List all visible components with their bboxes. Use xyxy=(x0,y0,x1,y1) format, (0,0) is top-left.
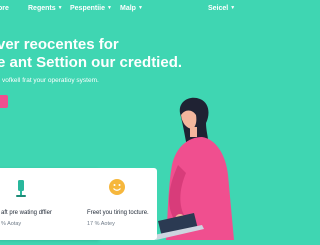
nav-item-label: Regents xyxy=(28,5,56,12)
chevron-down-icon: ▼ xyxy=(137,5,143,11)
nav-item-seicel[interactable]: Seicel ▼ xyxy=(208,4,235,13)
card-meta: % Aotay xyxy=(1,221,22,227)
nav-item-label: Seicel xyxy=(208,5,229,12)
feature-card-2[interactable]: Freet you tiring tocture. 17 % Aotey xyxy=(81,168,157,240)
card-title: Freet you tiring tocture. xyxy=(87,210,149,216)
cta-button[interactable] xyxy=(0,95,8,108)
card-title: aft pre wating dffier xyxy=(1,210,52,216)
nav-item-malp[interactable]: Malp ▼ xyxy=(120,4,143,13)
nav-item-ore[interactable]: ore xyxy=(0,4,9,13)
nav-item-regents[interactable]: Regents ▼ xyxy=(28,4,63,13)
hero-title-line1: ver reocentes for xyxy=(0,36,119,53)
hero-subtitle: vofkell frat your operatioy system. xyxy=(2,77,99,84)
nav-item-pespentiie[interactable]: Pespentiie ▼ xyxy=(70,4,112,13)
nav-item-label: Malp xyxy=(120,5,136,12)
hero-title-line2: e ant Settion our credtied. xyxy=(0,54,183,71)
chevron-down-icon: ▼ xyxy=(57,5,63,11)
chevron-down-icon: ▼ xyxy=(107,5,112,11)
smiley-icon xyxy=(108,178,126,201)
nav-item-label: Pespentiie xyxy=(70,5,106,12)
top-nav: ore Regents ▼ Pespentiie ▼ Malp ▼ Seicel ▼ xyxy=(0,0,240,18)
chevron-down-icon: ▼ xyxy=(230,5,236,11)
card-meta: 17 % Aotey xyxy=(87,221,115,227)
stand-icon xyxy=(13,179,29,204)
person-illustration xyxy=(150,95,240,240)
nav-item-label: ore xyxy=(0,5,9,12)
